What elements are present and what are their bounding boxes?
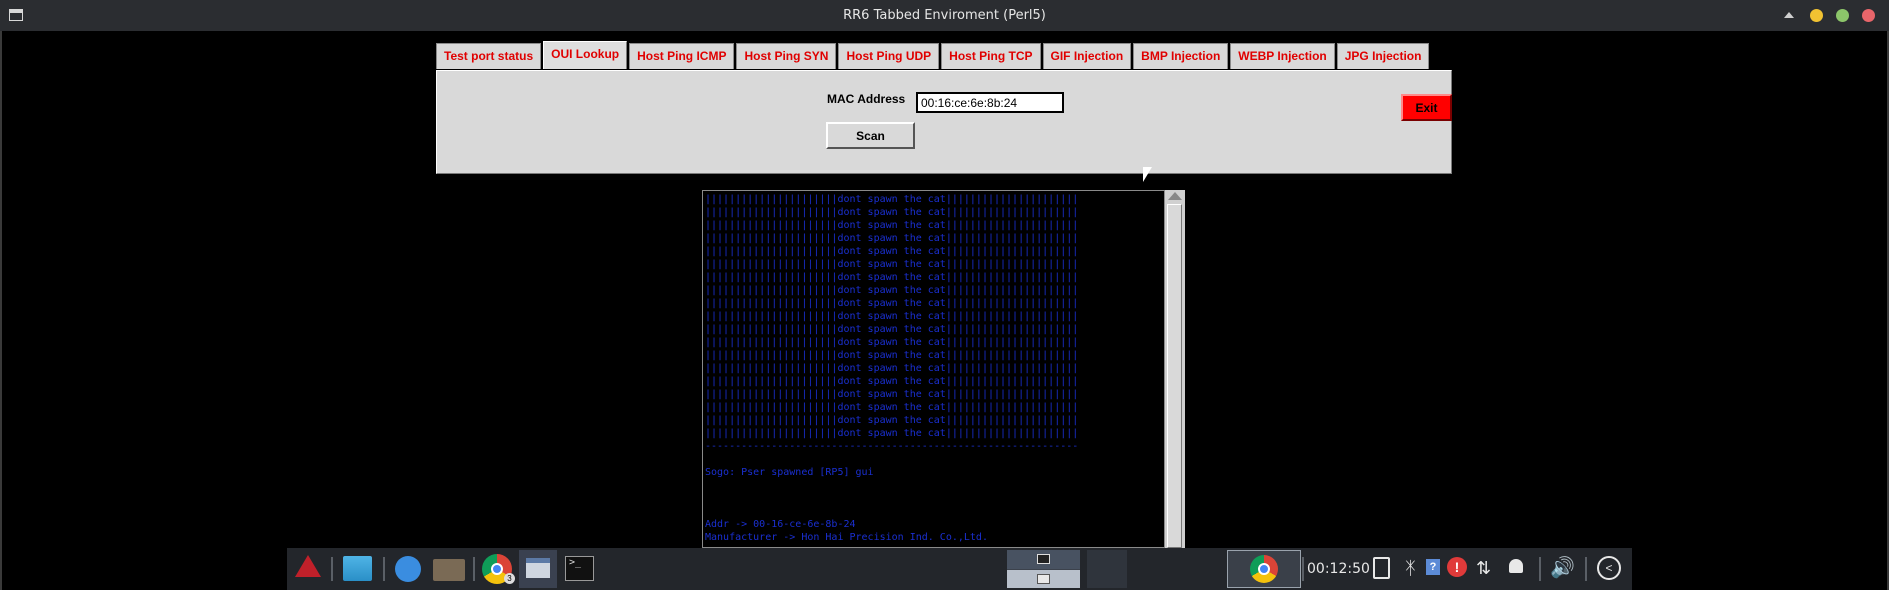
mac-address-label: MAC Address <box>827 92 906 106</box>
clock[interactable]: 00:12:50 <box>1307 548 1370 590</box>
output-line: Sogo: Pser spawned [RP5] gui <box>705 467 874 478</box>
tab-host-ping-icmp[interactable]: Host Ping ICMP <box>629 43 735 69</box>
chrome-window-task[interactable] <box>1227 550 1301 588</box>
output-line: ||||||||||||||||||||||dont spawn the cat… <box>705 415 1079 426</box>
taskbar-separator <box>331 557 333 581</box>
taskbar-separator <box>383 557 385 581</box>
back-arrow-icon[interactable]: < <box>1597 556 1621 580</box>
close-icon[interactable] <box>1862 9 1875 22</box>
output-text: ||||||||||||||||||||||dont spawn the cat… <box>705 193 1145 544</box>
scan-button[interactable]: Scan <box>826 122 915 149</box>
tab-bar: Test port status OUI Lookup Host Ping IC… <box>436 41 1431 70</box>
output-line: ||||||||||||||||||||||dont spawn the cat… <box>705 298 1079 309</box>
window-title-bar: RR6 Tabbed Enviroment (Perl5) <box>0 0 1889 31</box>
output-line: ||||||||||||||||||||||dont spawn the cat… <box>705 363 1079 374</box>
keep-above-icon[interactable] <box>1784 12 1794 18</box>
maximize-icon[interactable] <box>1836 9 1849 22</box>
scrollbar-thumb[interactable] <box>1167 204 1182 548</box>
clipboard-icon[interactable] <box>1373 557 1390 579</box>
show-desktop-icon[interactable] <box>343 556 372 581</box>
output-line: ||||||||||||||||||||||dont spawn the cat… <box>705 194 1079 205</box>
volume-icon[interactable]: 🔊 <box>1550 556 1575 588</box>
output-line: ||||||||||||||||||||||dont spawn the cat… <box>705 337 1079 348</box>
bluetooth-icon[interactable]: ᛡ <box>1405 557 1416 589</box>
window-title: RR6 Tabbed Enviroment (Perl5) <box>843 8 1046 23</box>
output-line: ||||||||||||||||||||||dont spawn the cat… <box>705 402 1079 413</box>
chrome-window-count-badge: 3 <box>504 573 515 584</box>
output-line: ||||||||||||||||||||||dont spawn the cat… <box>705 220 1079 231</box>
output-line: Manufacturer -> Hon Hai Precision Ind. C… <box>705 532 988 543</box>
app-menu-icon[interactable] <box>295 555 321 577</box>
workspace-pager[interactable] <box>1007 550 1080 588</box>
tab-oui-lookup[interactable]: OUI Lookup <box>543 41 628 69</box>
mouse-cursor-icon <box>1143 167 1152 182</box>
notifications-bell-icon[interactable] <box>1509 559 1523 573</box>
network-icon[interactable]: ⇅ <box>1476 556 1491 588</box>
file-manager-icon[interactable] <box>433 559 465 581</box>
tab-jpg-injection[interactable]: JPG Injection <box>1336 43 1430 69</box>
output-line: ||||||||||||||||||||||dont spawn the cat… <box>705 376 1079 387</box>
output-line: ||||||||||||||||||||||dont spawn the cat… <box>705 311 1079 322</box>
browser-compass-icon[interactable] <box>395 556 421 582</box>
output-line: ||||||||||||||||||||||dont spawn the cat… <box>705 272 1079 283</box>
output-line: ||||||||||||||||||||||dont spawn the cat… <box>705 207 1079 218</box>
chrome-window-icon <box>1250 555 1278 583</box>
output-line: ||||||||||||||||||||||dont spawn the cat… <box>705 350 1079 361</box>
output-line: ||||||||||||||||||||||dont spawn the cat… <box>705 389 1079 400</box>
taskbar-empty-slot <box>1087 550 1127 588</box>
output-scrollbar[interactable] <box>1164 190 1185 548</box>
taskbar: 3 >_ 00:12:50 ᛡ ? ! ⇅ 🔊 < <box>287 548 1632 590</box>
output-console[interactable]: ||||||||||||||||||||||dont spawn the cat… <box>702 190 1165 548</box>
alert-icon[interactable]: ! <box>1447 557 1467 577</box>
output-line: ----------------------------------------… <box>705 441 1079 452</box>
window-icon[interactable] <box>519 550 557 588</box>
output-line: Addr -> 00-16-ce-6e-8b-24 <box>705 519 856 530</box>
tab-host-ping-tcp[interactable]: Host Ping TCP <box>941 43 1041 69</box>
terminal-icon[interactable]: >_ <box>565 556 594 581</box>
output-line: ||||||||||||||||||||||dont spawn the cat… <box>705 233 1079 244</box>
tab-bmp-injection[interactable]: BMP Injection <box>1133 43 1229 69</box>
taskbar-separator <box>1302 557 1304 581</box>
tab-test-port-status[interactable]: Test port status <box>436 43 542 69</box>
mac-address-input[interactable] <box>916 92 1064 113</box>
taskbar-separator <box>1539 557 1541 581</box>
output-line: ||||||||||||||||||||||dont spawn the cat… <box>705 428 1079 439</box>
workspace-window-thumbnail <box>1037 574 1050 584</box>
tab-webp-injection[interactable]: WEBP Injection <box>1230 43 1335 69</box>
output-line: ||||||||||||||||||||||dont spawn the cat… <box>705 285 1079 296</box>
minimize-icon[interactable] <box>1810 9 1823 22</box>
oui-lookup-panel <box>436 70 1452 174</box>
output-line: ||||||||||||||||||||||dont spawn the cat… <box>705 259 1079 270</box>
tab-gif-injection[interactable]: GIF Injection <box>1042 43 1132 69</box>
scroll-up-arrow-icon[interactable] <box>1168 192 1182 200</box>
workspace-window-thumbnail <box>1037 554 1050 564</box>
output-line: ||||||||||||||||||||||dont spawn the cat… <box>705 246 1079 257</box>
taskbar-separator <box>1585 557 1587 581</box>
tab-host-ping-udp[interactable]: Host Ping UDP <box>838 43 940 69</box>
output-line: ||||||||||||||||||||||dont spawn the cat… <box>705 324 1079 335</box>
help-icon[interactable]: ? <box>1426 559 1440 575</box>
exit-button[interactable]: Exit <box>1401 94 1452 121</box>
taskbar-separator <box>473 557 475 581</box>
tab-host-ping-syn[interactable]: Host Ping SYN <box>736 43 837 69</box>
